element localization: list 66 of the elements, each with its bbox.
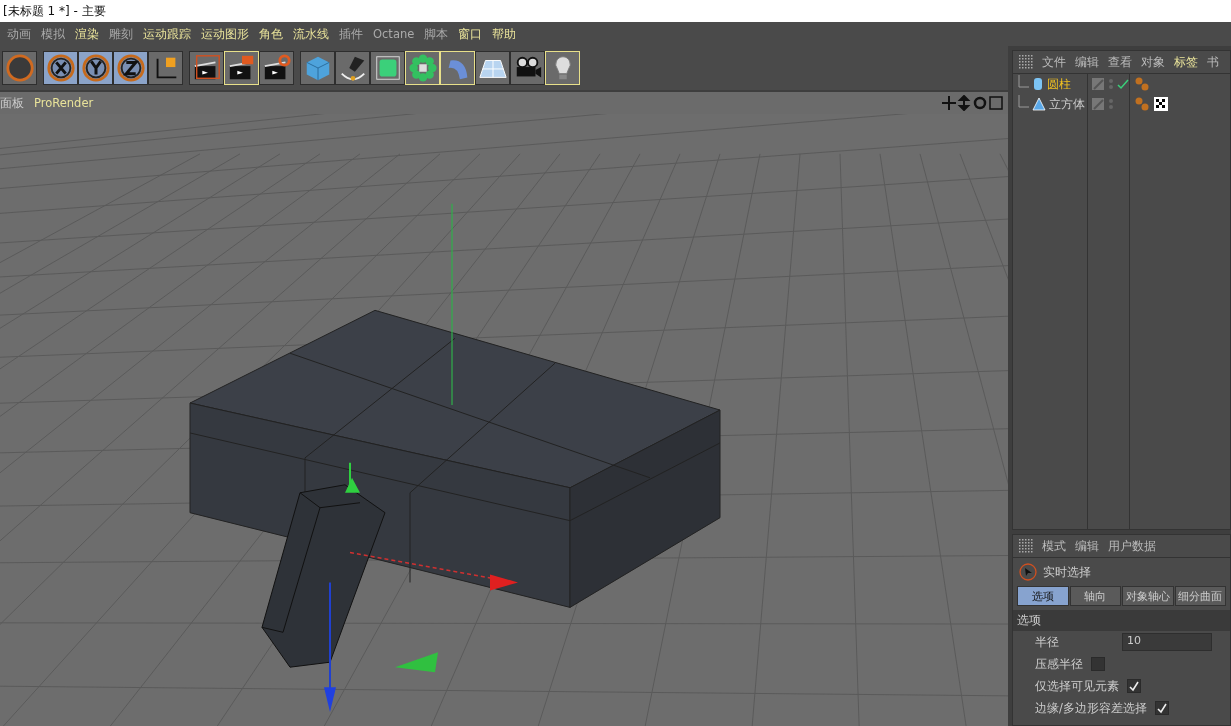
light-tool-button[interactable] [545, 51, 580, 85]
window-title: [未标题 1 *] - 主要 [0, 0, 1231, 22]
check-icon[interactable] [1117, 78, 1129, 90]
texture-tag-icon[interactable] [1154, 97, 1168, 111]
menu-item[interactable]: 角色 [254, 26, 288, 42]
menu-item[interactable]: 窗口 [453, 26, 488, 42]
viewport-menu-item[interactable]: 面板 [0, 95, 24, 111]
menu-item[interactable]: 运动图形 [196, 26, 254, 42]
phong-tag-icon[interactable] [1134, 76, 1150, 92]
menu-item[interactable]: 动画 [2, 26, 36, 42]
attribute-tab[interactable]: 轴向 [1069, 586, 1121, 606]
panel-menu-item[interactable]: 模式 [1042, 538, 1066, 554]
tool-title: 实时选择 [1043, 564, 1091, 580]
object-name[interactable]: 立方体 [1049, 96, 1085, 112]
checkbox[interactable] [1127, 679, 1141, 693]
field-label: 压感半径 [1035, 656, 1083, 672]
panel-menu-item[interactable]: 对象 [1141, 54, 1165, 70]
cylinder-icon [1032, 77, 1044, 91]
menu-item[interactable]: 渲染 [70, 26, 104, 42]
field-label: 边缘/多边形容差选择 [1035, 700, 1147, 716]
panel-menu-item[interactable]: 编辑 [1075, 54, 1099, 70]
object-name[interactable]: 圆柱 [1047, 76, 1071, 92]
pen-tool-button[interactable] [335, 51, 370, 85]
menu-item[interactable]: 模拟 [36, 26, 70, 42]
menu-item[interactable]: 帮助 [487, 26, 522, 42]
field-label: 半径 [1035, 634, 1059, 650]
selection-cursor-icon [1019, 563, 1037, 581]
panel-menu-item[interactable]: 用户数据 [1108, 538, 1156, 554]
render-picture-tool-button[interactable] [224, 51, 259, 85]
cube-tool-button[interactable] [300, 51, 335, 85]
panel-grip-icon[interactable] [1019, 55, 1033, 69]
menu-item[interactable]: 流水线 [288, 26, 334, 42]
y-tool-button[interactable] [78, 51, 113, 85]
viewport-menu-item[interactable]: ProRender [34, 95, 94, 111]
checkbox[interactable] [1154, 701, 1169, 715]
menu-item[interactable]: Octane [368, 27, 420, 41]
x-tool-button[interactable] [43, 51, 78, 85]
panel-menu-item[interactable]: 编辑 [1075, 538, 1099, 554]
visibility-dots-icon[interactable] [1108, 97, 1114, 111]
menu-item[interactable]: 脚本 [419, 26, 454, 42]
panel-menu-item[interactable]: 书 [1207, 54, 1219, 70]
attribute-tab[interactable]: 对象轴心 [1122, 586, 1174, 606]
camera-tool-button[interactable] [510, 51, 545, 85]
viewport-navigation-icon[interactable] [942, 95, 1004, 111]
attribute-tab[interactable]: 细分曲面 [1174, 586, 1226, 606]
menu-item[interactable]: 插件 [334, 26, 368, 42]
cube-icon [1032, 97, 1046, 111]
render-settings-tool-button[interactable] [259, 51, 294, 85]
attribute-tab[interactable]: 选项 [1017, 586, 1069, 606]
field-label: 仅选择可见元素 [1035, 678, 1119, 694]
section-header: 选项 [1013, 610, 1230, 631]
checkbox[interactable] [1091, 657, 1105, 671]
z-tool-button[interactable] [113, 51, 148, 85]
z-icon [115, 53, 146, 83]
menu-item[interactable]: 运动跟踪 [138, 26, 196, 42]
panel-grip-icon[interactable] [1019, 539, 1033, 553]
y-icon [80, 53, 111, 83]
panel-menu-item[interactable]: 文件 [1042, 54, 1066, 70]
visibility-dots-icon[interactable] [1108, 77, 1114, 91]
number-field[interactable]: 10 [1122, 633, 1212, 651]
panel-menu-item[interactable]: 查看 [1108, 54, 1132, 70]
viewport-scene-drawing[interactable] [0, 114, 1008, 726]
panel-menu-item[interactable]: 标签 [1174, 54, 1198, 70]
x-icon [45, 53, 76, 83]
render-view-tool-button[interactable] [189, 51, 224, 85]
menu-item[interactable]: 雕刻 [104, 26, 138, 42]
